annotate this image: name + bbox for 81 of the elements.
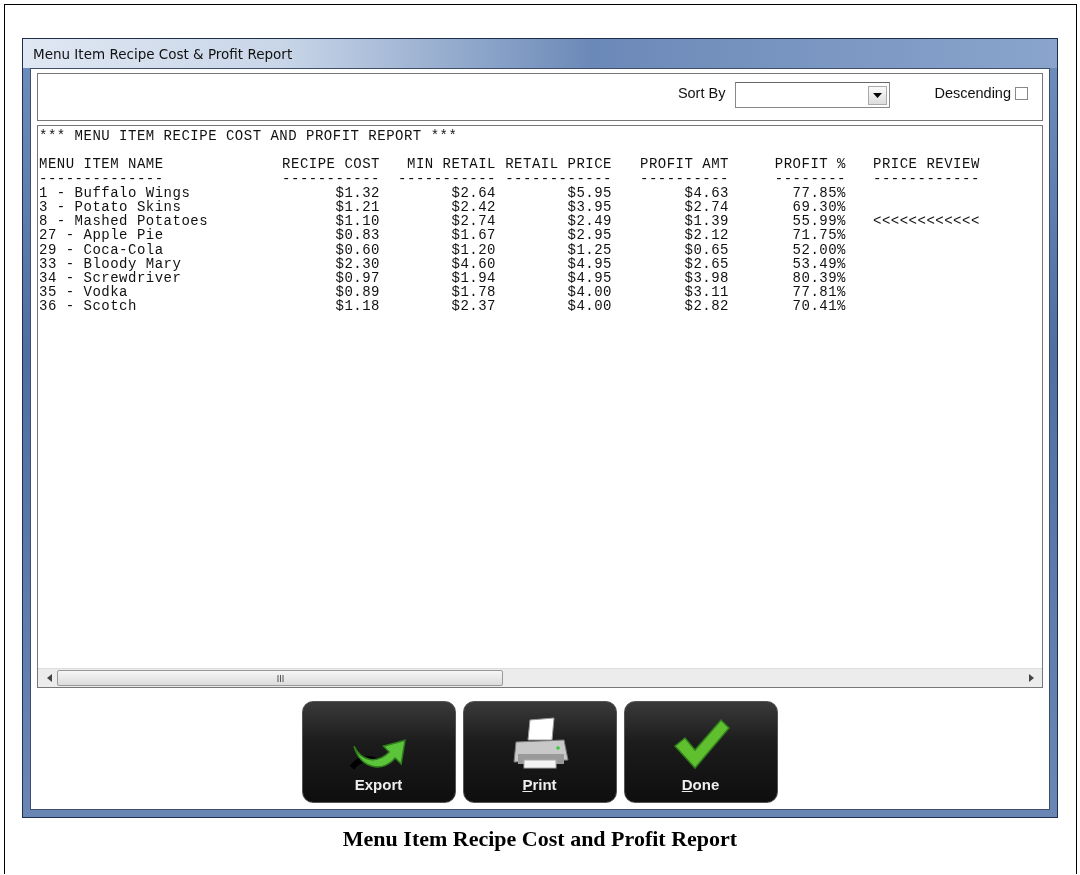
horizontal-scrollbar[interactable] — [38, 668, 1042, 687]
report-cell-text: $1.25 — [566, 242, 612, 257]
report-cell-text: $3.98 — [683, 270, 729, 286]
column-heading: MENU ITEM NAME — [39, 157, 165, 172]
report-cell-text: $2.74 — [450, 214, 496, 229]
report-cell-text: $1.21 — [334, 199, 380, 215]
descending-checkbox[interactable] — [1015, 87, 1028, 100]
report-cell-text: 80.39% — [791, 270, 846, 286]
column-heading: RECIPE COST — [281, 157, 380, 172]
scrollbar-thumb[interactable] — [57, 670, 503, 686]
report-cell-text: $1.10 — [334, 214, 380, 229]
column-heading: PRICE REVIEW — [873, 157, 981, 172]
column-rule: ------------ — [504, 171, 612, 186]
column-rule: ----------- — [397, 171, 496, 186]
report-cell-text: $4.63 — [683, 185, 729, 200]
report-cell-text: 27 - Apple Pie — [39, 228, 165, 243]
report-cell-text: 70.41% — [791, 299, 846, 314]
report-cell-text: $2.42 — [450, 199, 496, 215]
column-rule: ---------- — [639, 171, 729, 186]
report-cell-text: 36 - Scotch — [39, 299, 138, 314]
descending-label: Descending — [934, 85, 1011, 101]
report-cell-text: $1.39 — [683, 214, 729, 229]
report-cell-text: $2.82 — [683, 299, 729, 314]
report-cell-text: $5.95 — [566, 185, 612, 200]
report-cell-text: 77.81% — [791, 285, 846, 300]
report-cell-text: $1.20 — [450, 242, 496, 257]
report-cell-text: $4.95 — [566, 256, 612, 271]
report-cell-text: 8 - Mashed Potatoes — [39, 214, 210, 229]
report-cell-text: $1.18 — [334, 299, 380, 314]
report-cell-text: $4.00 — [566, 299, 612, 314]
report-cell-text: $4.00 — [566, 285, 612, 300]
report-cell-text: $2.74 — [683, 199, 729, 215]
report-cell-text: $3.95 — [566, 199, 612, 215]
report-cell-text: $1.78 — [450, 285, 496, 300]
report-cell-text: $3.11 — [683, 285, 729, 300]
column-heading: PROFIT AMT — [639, 157, 729, 172]
column-rule: -------- — [773, 171, 846, 186]
report-cell-text: $2.12 — [683, 228, 729, 243]
report-cell-text: <<<<<<<<<<<< — [873, 214, 981, 229]
report-cell-text: $2.95 — [566, 228, 612, 243]
report-cell-text: $4.95 — [566, 270, 612, 286]
column-rule: -------------- — [39, 171, 164, 186]
report-cell-text: 3 - Potato Skins — [39, 199, 182, 215]
column-rule: ----------- — [281, 171, 380, 186]
report-cell-text: $4.60 — [450, 256, 496, 271]
report-cell-text: $2.64 — [450, 185, 496, 200]
report-cell-text: $0.65 — [683, 242, 729, 257]
report-cell-text: $2.65 — [683, 256, 729, 271]
report-cell-text: 33 - Bloody Mary — [39, 256, 183, 271]
report-cell-text: $1.94 — [450, 270, 496, 286]
report-cell-text: $1.67 — [450, 228, 496, 243]
report-cell-text: $2.37 — [450, 299, 496, 314]
column-heading: MIN RETAIL — [406, 157, 496, 172]
report-title: *** MENU ITEM RECIPE COST AND PROFIT REPORT *** — [39, 129, 458, 144]
report-cell-text: $2.30 — [334, 256, 380, 271]
report-cell-text: 1 - Buffalo Wings — [39, 185, 192, 200]
column-heading: RETAIL PRICE — [504, 157, 612, 172]
report-cell-text: $0.89 — [334, 285, 380, 300]
figure-caption: Menu Item Recipe Cost and Profit Report — [341, 826, 739, 852]
report-cell-text: 29 - Coca-Cola — [39, 242, 165, 257]
sort-by-dropdown[interactable] — [735, 82, 891, 108]
report-cell-text: 71.75% — [791, 228, 846, 243]
report-cell-text: 77.85% — [791, 185, 846, 200]
done-button[interactable]: Done — [623, 701, 778, 803]
window-title: Menu Item Recipe Cost & Profit Report — [33, 45, 293, 62]
report-cell-text: $2.49 — [566, 214, 612, 229]
report-cell-text: 35 - Vodka — [39, 285, 128, 300]
report-cell-text: $1.32 — [334, 185, 380, 200]
report-cell-text: 53.49% — [791, 256, 846, 271]
report-cell-text: $0.83 — [334, 228, 380, 243]
sort-by-label: Sort By — [677, 85, 726, 101]
print-button[interactable]: Print — [462, 701, 617, 803]
report-cell-text: 69.30% — [791, 199, 846, 215]
report-cell-text: 34 - Screwdriver — [39, 270, 183, 286]
export-button[interactable]: Export — [301, 701, 456, 803]
report-cell-text: $0.97 — [334, 270, 380, 286]
report-cell-text: 55.99% — [791, 214, 846, 229]
report-cell-text: $0.60 — [334, 242, 380, 257]
column-heading: PROFIT % — [773, 157, 846, 172]
column-rule: ------------ — [873, 171, 981, 186]
report-cell-text: 52.00% — [791, 242, 846, 257]
